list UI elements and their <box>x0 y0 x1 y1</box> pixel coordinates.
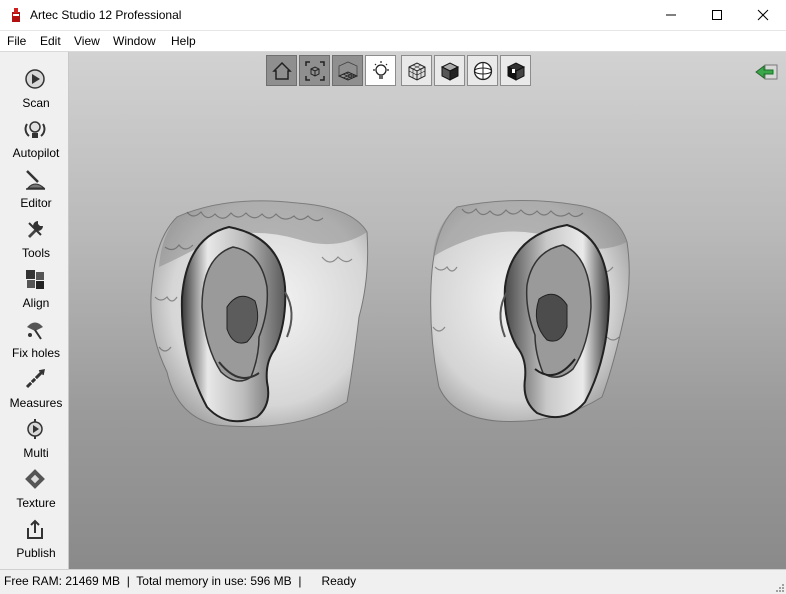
minimize-icon <box>666 14 676 16</box>
menu-help[interactable]: Help <box>171 34 196 48</box>
maximize-icon <box>712 10 722 20</box>
sidebar-item-label: Tools <box>21 246 50 260</box>
left-ear-mesh[interactable] <box>147 197 373 433</box>
sidebar-item-tools[interactable]: Tools <box>0 210 68 260</box>
artec-app-icon <box>12 8 20 22</box>
wireframe-icon <box>408 61 425 81</box>
close-icon <box>757 9 769 21</box>
grid-button[interactable] <box>332 55 363 86</box>
texture-icon <box>25 469 45 489</box>
solid-shaded-icon <box>440 61 459 81</box>
tools-icon <box>28 221 43 238</box>
sidebar-item-label: Publish <box>16 546 56 560</box>
title-bar: Artec Studio 12 Professional <box>0 0 786 31</box>
minimize-button[interactable] <box>648 0 694 30</box>
lighting-button[interactable] <box>365 55 396 86</box>
sidebar-item-label: Measures <box>9 396 63 410</box>
scan-icon <box>25 69 45 89</box>
texture-view-icon <box>506 61 525 81</box>
sphere-button[interactable] <box>467 55 498 86</box>
autopilot-icon <box>24 121 46 138</box>
menu-window[interactable]: Window <box>113 34 156 48</box>
sidebar-item-label: Multi <box>23 446 49 460</box>
sidebar-item-label: Fix holes <box>11 346 61 360</box>
measures-icon <box>25 369 45 389</box>
sidebar-item-label: Align <box>22 296 50 310</box>
menu-bar: File Edit View Window Help <box>0 31 786 52</box>
fit-view-button[interactable] <box>299 55 330 86</box>
resize-grip-icon[interactable] <box>774 582 784 592</box>
sidebar: Scan Autopilot Editor Tools Align Fix ho… <box>0 52 69 569</box>
right-ear-mesh[interactable] <box>427 197 633 429</box>
sidebar-item-autopilot[interactable]: Autopilot <box>0 110 68 160</box>
sidebar-item-multi[interactable]: Multi <box>0 410 68 460</box>
editor-icon <box>26 170 46 190</box>
menu-edit[interactable]: Edit <box>40 34 61 48</box>
lighting-icon <box>372 60 389 79</box>
sphere-icon <box>473 61 492 80</box>
align-icon <box>26 270 44 289</box>
sidebar-item-publish[interactable]: Publish <box>0 510 68 560</box>
fix-holes-icon <box>27 322 43 340</box>
sidebar-item-label: Autopilot <box>12 146 60 160</box>
menu-file[interactable]: File <box>7 34 26 48</box>
back-arrow-icon[interactable] <box>755 62 779 82</box>
solid-shaded-button[interactable] <box>434 55 465 86</box>
sidebar-item-measures[interactable]: Measures <box>0 360 68 410</box>
texture-view-button[interactable] <box>500 55 531 86</box>
sidebar-item-align[interactable]: Align <box>0 260 68 310</box>
sidebar-item-label: Scan <box>22 96 50 110</box>
home-view-icon <box>271 61 292 80</box>
window-title: Artec Studio 12 Professional <box>30 8 182 22</box>
3d-viewport[interactable] <box>69 52 786 569</box>
publish-icon <box>27 519 43 539</box>
sidebar-item-fix-holes[interactable]: Fix holes <box>0 310 68 360</box>
maximize-button[interactable] <box>694 0 740 30</box>
sidebar-item-editor[interactable]: Editor <box>0 160 68 210</box>
status-bar: Free RAM: 21469 MB | Total memory in use… <box>0 569 786 594</box>
sidebar-item-texture[interactable]: Texture <box>0 460 68 510</box>
sidebar-item-label: Texture <box>16 496 56 510</box>
sidebar-item-label: Editor <box>20 196 52 210</box>
close-button[interactable] <box>740 0 786 30</box>
grid-icon <box>337 61 358 81</box>
home-view-button[interactable] <box>266 55 297 86</box>
menu-view[interactable]: View <box>74 34 100 48</box>
sidebar-item-scan[interactable]: Scan <box>0 60 68 110</box>
wireframe-button[interactable] <box>401 55 432 86</box>
multi-icon <box>27 419 43 439</box>
status-text: Free RAM: 21469 MB | Total memory in use… <box>4 574 357 588</box>
fit-view-icon <box>304 60 325 81</box>
